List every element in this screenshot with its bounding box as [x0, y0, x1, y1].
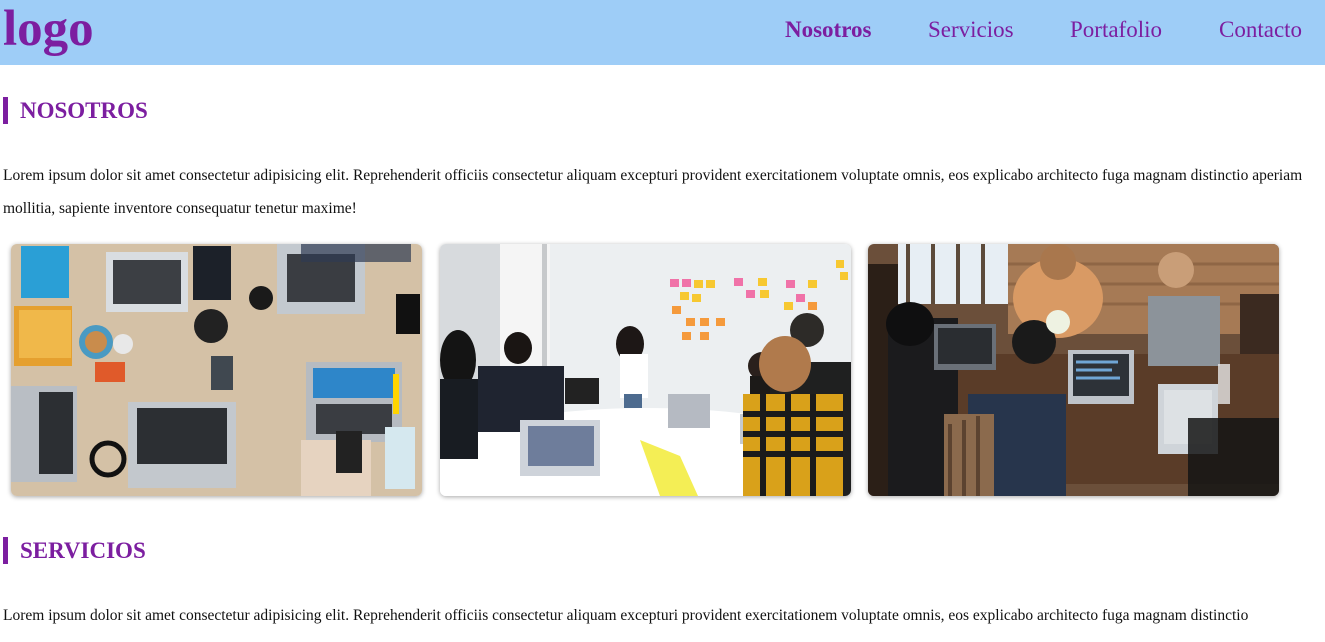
team-desk-laptops-photo [11, 244, 422, 496]
section-title-servicios: SERVICIOS [3, 537, 146, 564]
logo[interactable]: logo [3, 0, 94, 58]
site-header: logo Nosotros Servicios Portafolio Conta… [0, 0, 1325, 65]
presentation-sticky-notes-photo [440, 244, 851, 496]
section-text-nosotros: Lorem ipsum dolor sit amet consectetur a… [3, 167, 1303, 217]
nav-servicios[interactable]: Servicios [928, 16, 1014, 44]
team-meeting-laptops-photo [868, 244, 1279, 496]
nav-contacto[interactable]: Contacto [1219, 16, 1302, 44]
section-text-servicios: Lorem ipsum dolor sit amet consectetur a… [3, 607, 1249, 624]
nav-nosotros[interactable]: Nosotros [785, 16, 871, 44]
section-title-nosotros: NOSOTROS [3, 97, 148, 124]
nav-portafolio[interactable]: Portafolio [1070, 16, 1162, 44]
